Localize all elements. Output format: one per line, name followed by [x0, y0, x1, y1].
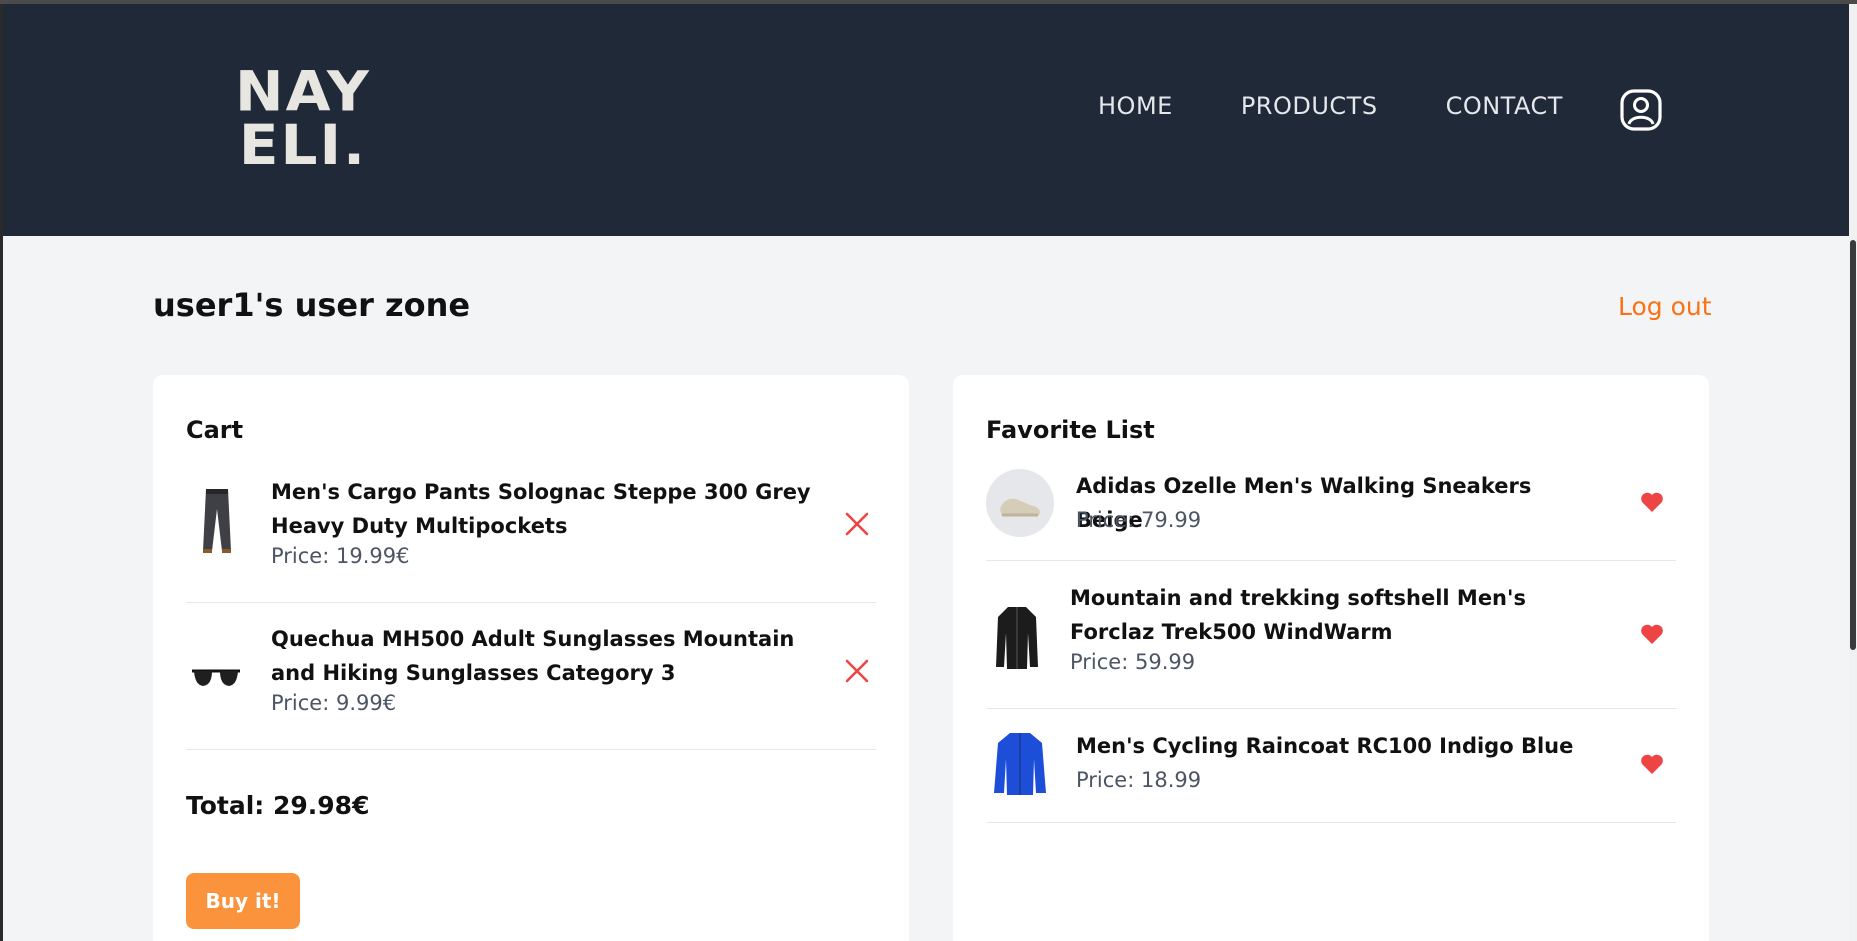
favorite-item-price: Price: 59.99 — [1070, 650, 1196, 674]
page-title: user1's user zone — [153, 286, 471, 324]
heart-icon[interactable] — [1640, 753, 1664, 775]
favorite-item: Men's Cycling Raincoat RC100 Indigo Blue… — [986, 729, 1676, 823]
logo-line-2: ELI. — [238, 112, 368, 178]
favorite-item: Mountain and trekking softshell Men's Fo… — [986, 581, 1676, 709]
logout-link[interactable]: Log out — [1618, 292, 1712, 321]
site-logo[interactable]: NAY ELI. — [198, 59, 408, 179]
favorites-card: Favorite List Adidas Ozelle Men's Walkin… — [953, 375, 1709, 941]
cart-item-name[interactable]: Men's Cargo Pants Solognac Steppe 300 Gr… — [271, 475, 831, 543]
sneakers-image — [986, 469, 1054, 537]
favorite-item-name[interactable]: Mountain and trekking softshell Men's Fo… — [1070, 581, 1610, 649]
user-account-icon[interactable] — [1619, 88, 1663, 132]
cart-item-name[interactable]: Quechua MH500 Adult Sunglasses Mountain … — [271, 622, 831, 690]
cart-item: Men's Cargo Pants Solognac Steppe 300 Gr… — [186, 475, 876, 603]
scrollbar-thumb[interactable] — [1850, 240, 1856, 650]
softshell-jacket-image — [996, 607, 1038, 669]
logo-line-1: NAY — [235, 59, 371, 124]
site-header: NAY ELI. HOME PRODUCTS CONTACT — [3, 4, 1849, 236]
favorites-title: Favorite List — [986, 416, 1155, 444]
cart-item: Quechua MH500 Adult Sunglasses Mountain … — [186, 622, 876, 750]
buy-button[interactable]: Buy it! — [186, 873, 300, 929]
raincoat-image — [994, 733, 1046, 795]
heart-icon[interactable] — [1640, 491, 1664, 513]
page-scrollbar[interactable] — [1849, 4, 1857, 941]
sunglasses-image — [192, 669, 240, 686]
favorite-item-name[interactable]: Men's Cycling Raincoat RC100 Indigo Blue — [1076, 729, 1596, 763]
heart-icon[interactable] — [1640, 623, 1664, 645]
nav-contact[interactable]: CONTACT — [1446, 92, 1563, 120]
cargo-pants-image — [203, 489, 231, 553]
cart-item-price: Price: 9.99€ — [271, 691, 397, 715]
cart-item-price: Price: 19.99€ — [271, 544, 410, 568]
nav-products[interactable]: PRODUCTS — [1241, 92, 1378, 120]
cart-card: Cart Men's Cargo Pants Solognac Steppe 3… — [153, 375, 909, 941]
favorite-item-price: Price: 79.99 — [1076, 508, 1202, 532]
main-nav: HOME PRODUCTS CONTACT — [1098, 92, 1563, 120]
window-edge — [0, 4, 3, 941]
cart-total: Total: 29.98€ — [186, 791, 370, 820]
remove-icon[interactable] — [844, 511, 870, 537]
favorite-item: Adidas Ozelle Men's Walking Sneakers Bei… — [986, 469, 1676, 561]
nav-home[interactable]: HOME — [1098, 92, 1173, 120]
remove-icon[interactable] — [844, 658, 870, 684]
favorite-item-price: Price: 18.99 — [1076, 768, 1202, 792]
cart-title: Cart — [186, 416, 244, 444]
